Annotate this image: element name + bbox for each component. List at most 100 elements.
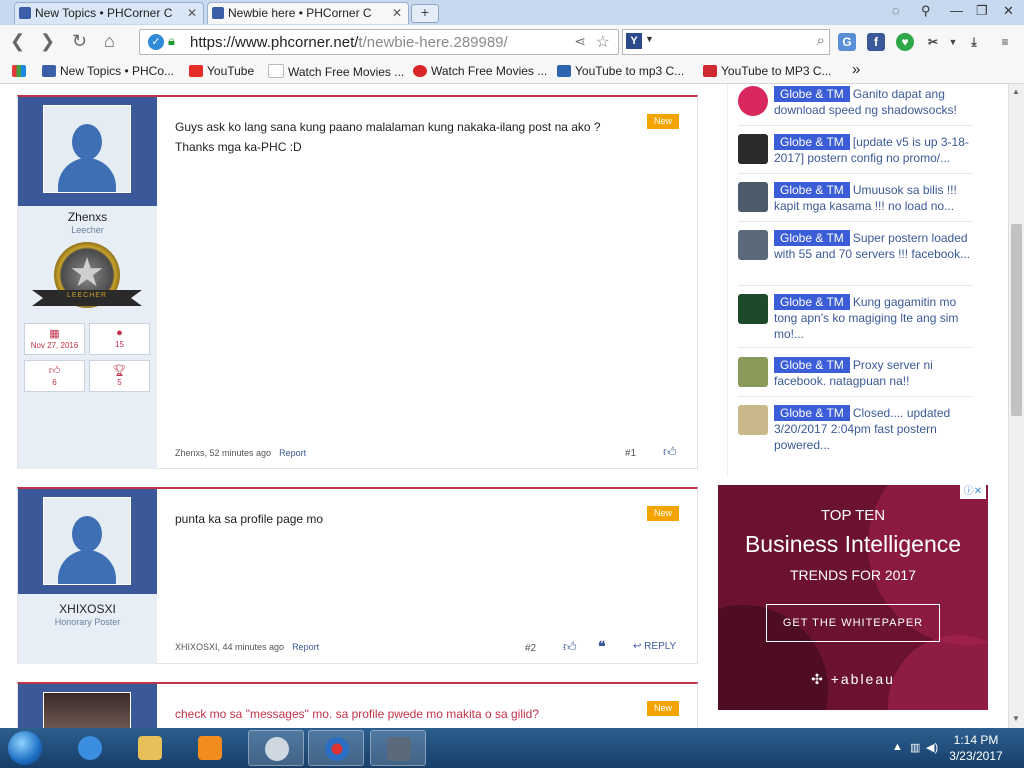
close-window-icon[interactable]: ✕ <box>1003 3 1014 19</box>
user-sidebar: Zhenxs Leecher ★ LEECHER ▦ Nov 27, 2016 ●… <box>18 97 157 469</box>
media-player-icon <box>198 736 222 760</box>
minimize-icon[interactable]: — <box>950 3 963 18</box>
close-icon[interactable]: ✕ <box>392 3 402 24</box>
show-hidden-icons[interactable]: ▲ <box>892 741 903 753</box>
bookmarks-bar: New Topics • PHCo... YouTube Watch Free … <box>0 60 1024 84</box>
ad-cta-button[interactable]: GET THE WHITEPAPER <box>766 604 940 642</box>
prefix-tag[interactable]: Globe & TM <box>774 230 850 246</box>
bookmark-watch-free-movies-1[interactable]: Watch Free Movies ... <box>268 64 404 79</box>
taskbar-media-player[interactable] <box>182 730 238 766</box>
reply-button[interactable]: ↩ REPLY <box>633 641 676 652</box>
network-icon[interactable]: ▥ <box>910 741 920 754</box>
joined-stat: ▦ Nov 27, 2016 <box>24 323 85 355</box>
download-icon[interactable]: ⤓ <box>965 33 983 51</box>
scroll-up-icon[interactable]: ▲ <box>1012 87 1020 96</box>
avatar-container <box>18 684 157 728</box>
likes-stat[interactable]: 👍︎ 6 <box>24 360 85 392</box>
address-bar[interactable]: ✓ 🔒︎ https://www.phcorner.net/t/newbie-h… <box>139 29 619 55</box>
avatar[interactable] <box>43 105 131 193</box>
start-button[interactable] <box>2 729 52 767</box>
trophies-stat[interactable]: 🏆︎ 5 <box>89 360 150 392</box>
taskbar-settings-app[interactable] <box>370 730 426 766</box>
tab-label: Newbie here • PHCorner C <box>228 6 372 20</box>
ad-logo: ✣ +ableau <box>811 671 895 687</box>
close-icon[interactable]: ✕ <box>187 3 197 24</box>
menu-icon[interactable]: ≡ <box>996 33 1014 51</box>
search-box[interactable]: Y ▼ ⌕ <box>622 29 830 55</box>
facebook-icon[interactable]: f <box>867 33 885 51</box>
apps-icon[interactable] <box>12 64 30 78</box>
system-clock[interactable]: 1:14 PM 3/23/2017 <box>936 732 1016 764</box>
advertisement[interactable]: ⓘ✕ TOP TEN Business Intelligence TRENDS … <box>718 485 988 710</box>
bookmark-youtube-to-mp3-2[interactable]: YouTube to MP3 C... <box>703 64 832 78</box>
avatar[interactable] <box>43 692 131 728</box>
calendar-icon: ▦ <box>49 328 60 340</box>
quote-icon[interactable]: ❝ <box>598 638 606 655</box>
home-icon[interactable]: ⌂ <box>104 31 115 52</box>
prefix-tag[interactable]: Globe & TM <box>774 182 850 198</box>
vertical-scrollbar[interactable]: ▲ ▼ <box>1008 84 1024 728</box>
user-title: Leecher <box>71 225 104 235</box>
username[interactable]: Zhenxs <box>18 210 157 224</box>
back-icon[interactable]: ❮ <box>10 31 25 52</box>
post-meta: XHIXOSXI, 44 minutes ago Report <box>175 642 320 652</box>
taskbar-browser[interactable] <box>308 730 364 766</box>
username[interactable]: XHIXOSXI <box>18 602 157 616</box>
post-3: check mo sa "messages" mo. sa profile pw… <box>17 682 698 728</box>
taskbar-ie[interactable] <box>62 730 118 766</box>
chevron-down-icon[interactable]: ▼ <box>944 33 962 51</box>
gear-icon <box>387 737 411 761</box>
maximize-icon[interactable]: ❐ <box>976 3 988 19</box>
default-avatar-icon <box>72 516 102 552</box>
taskbar-clock-app[interactable] <box>248 730 304 766</box>
yahoo-search-icon[interactable]: Y <box>626 33 642 49</box>
post-number[interactable]: #1 <box>625 448 636 459</box>
prefix-tag[interactable]: Globe & TM <box>774 86 850 102</box>
tableau-logo-icon: ✣ <box>811 671 825 687</box>
scissors-icon[interactable]: ✂ <box>924 33 942 51</box>
report-link[interactable]: Report <box>292 642 319 652</box>
new-tab-button[interactable]: + <box>411 4 439 23</box>
shield-icon: ✓ <box>148 34 164 50</box>
chevron-down-icon[interactable]: ▼ <box>645 34 654 44</box>
chat-icon[interactable]: ◌ <box>892 3 900 18</box>
post-number[interactable]: #2 <box>525 643 536 654</box>
thread-thumbnail <box>738 405 768 435</box>
bookmark-youtube-to-mp3-1[interactable]: YouTube to mp3 C... <box>557 64 684 78</box>
user-sidebar <box>18 684 157 728</box>
reload-icon[interactable]: ↻ <box>72 31 87 52</box>
prefix-tag[interactable]: Globe & TM <box>774 294 850 310</box>
tab-new-topics[interactable]: New Topics • PHCorner C ✕ <box>14 2 204 24</box>
thread-thumbnail <box>738 182 768 212</box>
avatar[interactable] <box>43 497 131 585</box>
search-icon[interactable]: ⌕ <box>817 32 825 49</box>
ad-line-3: TRENDS FOR 2017 <box>789 567 917 583</box>
scrollbar-thumb[interactable] <box>1011 224 1022 416</box>
share-icon[interactable]: ⋖ <box>574 33 586 50</box>
prefix-tag[interactable]: Globe & TM <box>774 134 850 150</box>
bookmark-youtube[interactable]: YouTube <box>189 64 254 78</box>
prefix-tag[interactable]: Globe & TM <box>774 405 850 421</box>
pin-icon[interactable]: ⚲ <box>921 3 931 19</box>
lock-icon: 🔒︎ <box>168 33 175 48</box>
messages-stat[interactable]: ● 15 <box>89 323 150 355</box>
bookmark-watch-free-movies-2[interactable]: Watch Free Movies ... <box>413 64 547 78</box>
report-link[interactable]: Report <box>279 448 306 458</box>
forward-icon[interactable]: ❯ <box>40 31 55 52</box>
prefix-tag[interactable]: Globe & TM <box>774 357 850 373</box>
like-icon[interactable]: 👍︎ <box>663 444 677 460</box>
like-icon[interactable]: 👍︎ <box>563 639 577 655</box>
bookmark-new-topics[interactable]: New Topics • PHCo... <box>42 64 174 78</box>
thread-thumbnail <box>738 134 768 164</box>
badge-label: LEECHER <box>66 292 108 299</box>
more-bookmarks-icon[interactable]: » <box>852 61 860 78</box>
taskbar-explorer[interactable] <box>122 730 178 766</box>
tab-newbie-here[interactable]: Newbie here • PHCorner C ✕ <box>207 2 409 24</box>
thread-thumbnail <box>738 230 768 260</box>
vpn-icon[interactable]: ♥ <box>896 33 914 51</box>
bookmark-star-icon[interactable]: ☆ <box>596 32 610 52</box>
adchoices-icon[interactable]: ⓘ✕ <box>960 485 986 499</box>
thumbs-up-icon: 👍︎ <box>48 365 61 377</box>
translate-icon[interactable]: G <box>838 33 856 51</box>
scroll-down-icon[interactable]: ▼ <box>1012 714 1020 723</box>
